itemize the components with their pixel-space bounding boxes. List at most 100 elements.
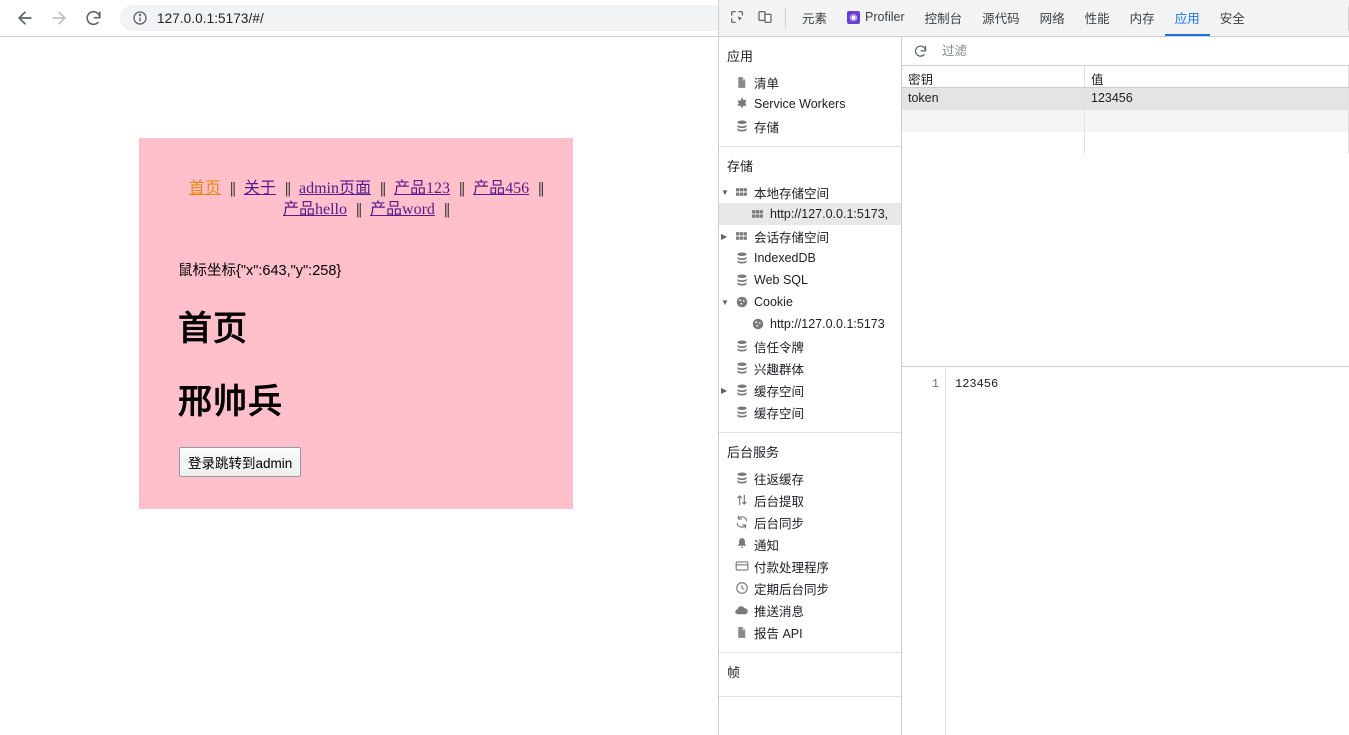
tab-label: 源代码 — [982, 11, 1020, 26]
preview-value-text: 123456 — [955, 377, 999, 391]
tabbar-spacer — [1255, 0, 1348, 36]
section-title: 后台服务 — [727, 445, 780, 460]
sidebar-section-background-services: 后台服务 往返缓存 后台提取 后台同步 通知 付款处理程序 定期后台同步 推送消… — [719, 433, 901, 653]
inspect-element-button[interactable] — [723, 0, 751, 36]
refresh-icon[interactable] — [908, 44, 932, 59]
sidebar-item-local-storage[interactable]: ▼ 本地存储空间 — [719, 181, 901, 203]
sidebar-item-storage[interactable]: 存储 — [719, 115, 901, 137]
devtools-panel: 元素 ◉ Profiler 控制台 源代码 网络 性能 内存 应用 安全 应用 — [718, 0, 1349, 735]
column-header-value[interactable]: 值 — [1085, 66, 1349, 87]
cookie-icon — [749, 317, 766, 331]
tab-label: 控制台 — [924, 11, 963, 26]
sidebar-item-trust-tokens[interactable]: 信任令牌 — [719, 335, 901, 357]
tab-sources[interactable]: 源代码 — [972, 0, 1030, 36]
table-empty-row — [902, 110, 1349, 132]
nav-separator: || — [284, 180, 291, 197]
cookie-icon — [733, 295, 750, 309]
tab-application[interactable]: 应用 — [1164, 0, 1210, 36]
cell-empty — [1085, 110, 1349, 132]
sidebar-item-label: 付款处理程序 — [754, 560, 830, 575]
devtools-sidebar[interactable]: 应用 清单 Service Workers 存储 存储 ▼ 本地存储空间 htt… — [719, 37, 902, 735]
chevron-right-icon[interactable]: ▶ — [721, 232, 733, 241]
sidebar-item-shared-storage[interactable]: ▶ 缓存空间 — [719, 379, 901, 401]
reload-icon — [84, 9, 103, 28]
tab-label: 安全 — [1219, 11, 1245, 26]
sidebar-item-background-fetch[interactable]: 后台提取 — [719, 489, 901, 511]
nav-link-about[interactable]: 关于 — [244, 180, 276, 197]
sidebar-item-cookie-origin[interactable]: http://127.0.0.1:5173 — [719, 313, 901, 335]
nav-separator: || — [229, 180, 236, 197]
sidebar-item-cookie[interactable]: ▼ Cookie — [719, 291, 901, 313]
database-icon — [733, 383, 750, 397]
clock-icon — [733, 581, 750, 595]
tab-profiler[interactable]: ◉ Profiler — [837, 0, 915, 36]
nav-separator: || — [443, 201, 450, 218]
cloud-icon — [733, 603, 750, 618]
tab-console[interactable]: 控制台 — [915, 0, 973, 36]
table-row[interactable]: token 123456 — [902, 88, 1349, 110]
sidebar-item-interest-groups[interactable]: 兴趣群体 — [719, 357, 901, 379]
tab-memory[interactable]: 内存 — [1120, 0, 1165, 36]
back-button[interactable] — [8, 1, 42, 35]
chevron-right-icon[interactable]: ▶ — [721, 386, 733, 395]
login-redirect-admin-button[interactable]: 登录跳转到admin — [179, 447, 302, 477]
sidebar-item-service-workers[interactable]: Service Workers — [719, 93, 901, 115]
updown-arrows-icon — [733, 493, 750, 507]
toolbar-divider — [785, 8, 786, 28]
table-grid-icon — [733, 230, 750, 243]
device-toolbar-button[interactable] — [751, 0, 779, 36]
sidebar-item-session-storage[interactable]: ▶ 会话存储空间 — [719, 225, 901, 247]
profiler-icon: ◉ — [847, 10, 861, 24]
sidebar-item-periodic-background-sync[interactable]: 定期后台同步 — [719, 577, 901, 599]
cell-empty — [902, 110, 1085, 132]
sidebar-item-label: 报告 API — [754, 626, 803, 641]
nav-link-home[interactable]: 首页 — [189, 180, 221, 197]
sidebar-item-label: 后台提取 — [754, 494, 805, 509]
sidebar-item-indexeddb[interactable]: IndexedDB — [719, 247, 901, 269]
nav-link-admin[interactable]: admin页面 — [299, 180, 371, 197]
sidebar-item-manifest[interactable]: 清单 — [719, 71, 901, 93]
reload-button[interactable] — [76, 1, 110, 35]
database-icon — [733, 119, 750, 133]
database-icon — [733, 273, 750, 287]
manifest-document-icon — [733, 76, 750, 89]
tab-security[interactable]: 安全 — [1210, 0, 1255, 36]
sidebar-item-cache-storage[interactable]: 缓存空间 — [719, 401, 901, 423]
storage-filter-input[interactable] — [940, 43, 1240, 59]
sidebar-item-back-forward-cache[interactable]: 往返缓存 — [719, 467, 901, 489]
info-circle-icon[interactable] — [132, 10, 148, 26]
sidebar-item-payment-handler[interactable]: 付款处理程序 — [719, 555, 901, 577]
sidebar-item-label: 后台同步 — [754, 516, 805, 531]
column-header-key[interactable]: 密钥 — [902, 66, 1085, 87]
sidebar-section-storage: 存储 ▼ 本地存储空间 http://127.0.0.1:5173, ▶ 会话存… — [719, 147, 901, 433]
table-filler — [902, 132, 1349, 366]
nav-link-product-123[interactable]: 产品123 — [394, 180, 450, 197]
database-icon — [733, 251, 750, 265]
cell-value: 123456 — [1085, 88, 1349, 110]
tab-label: 性能 — [1084, 11, 1110, 26]
forward-button[interactable] — [42, 1, 76, 35]
sidebar-item-label: http://127.0.0.1:5173, — [770, 207, 889, 221]
nav-link-product-word[interactable]: 产品word — [370, 201, 435, 218]
sidebar-item-background-sync[interactable]: 后台同步 — [719, 511, 901, 533]
device-toolbar-icon — [757, 9, 773, 28]
sidebar-item-local-storage-origin[interactable]: http://127.0.0.1:5173, — [719, 203, 901, 225]
devtools-body: 应用 清单 Service Workers 存储 存储 ▼ 本地存储空间 htt… — [719, 37, 1349, 735]
sidebar-item-label: 推送消息 — [754, 604, 805, 619]
storage-panel: 密钥 值 token 123456 — [902, 37, 1349, 735]
sidebar-item-push-messaging[interactable]: 推送消息 — [719, 599, 901, 621]
sidebar-item-label: 往返缓存 — [754, 472, 805, 487]
tab-performance[interactable]: 性能 — [1075, 0, 1120, 36]
chevron-down-icon[interactable]: ▼ — [721, 188, 733, 197]
chevron-down-icon[interactable]: ▼ — [721, 298, 733, 307]
sidebar-item-web-sql[interactable]: Web SQL — [719, 269, 901, 291]
nav-link-product-hello[interactable]: 产品hello — [283, 201, 347, 218]
sidebar-item-notifications[interactable]: 通知 — [719, 533, 901, 555]
gear-icon — [733, 97, 750, 111]
inspect-element-icon — [729, 9, 745, 28]
nav-link-product-456[interactable]: 产品456 — [473, 180, 529, 197]
sidebar-item-reporting-api[interactable]: 报告 API — [719, 621, 901, 643]
tab-elements[interactable]: 元素 — [792, 0, 837, 36]
tab-network[interactable]: 网络 — [1030, 0, 1075, 36]
sidebar-item-label: 缓存空间 — [754, 384, 805, 399]
